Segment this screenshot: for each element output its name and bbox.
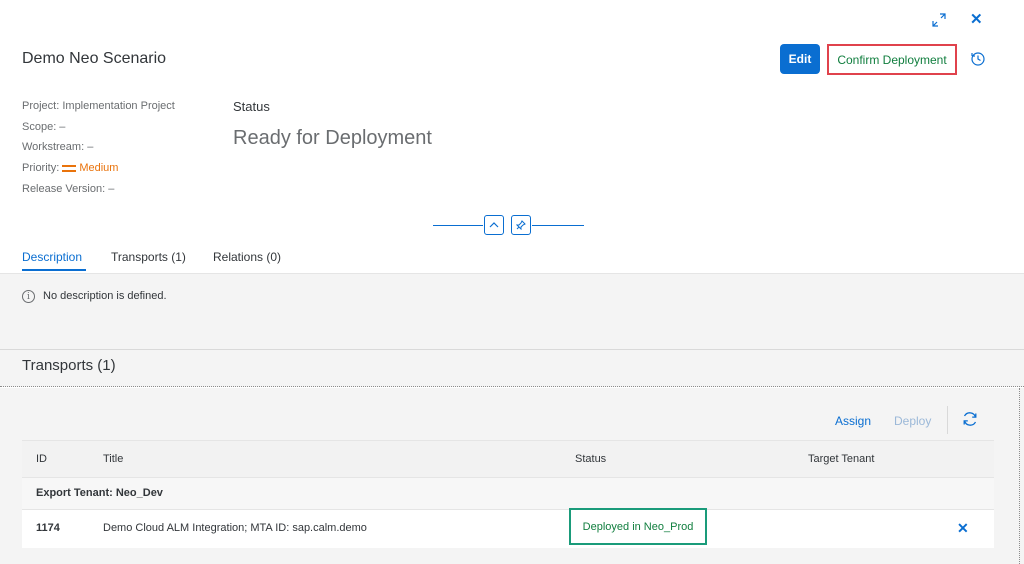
- cell-id: 1174: [36, 522, 60, 534]
- divider-right: [532, 225, 584, 226]
- description-panel: [0, 273, 1024, 350]
- assign-button[interactable]: Assign: [835, 414, 871, 428]
- remove-icon[interactable]: ✕: [957, 520, 969, 537]
- column-status: Status: [575, 453, 607, 465]
- page-title: Demo Neo Scenario: [22, 50, 167, 67]
- attr-priority: Priority: Medium: [22, 162, 118, 174]
- deploy-button[interactable]: Deploy: [894, 414, 931, 428]
- confirm-deployment-button[interactable]: Confirm Deployment: [827, 44, 957, 75]
- column-id: ID: [36, 453, 47, 465]
- attr-project: Project: Implementation Project: [22, 100, 175, 112]
- cell-status: Deployed in Neo_Prod: [569, 508, 707, 545]
- refresh-icon[interactable]: [961, 410, 979, 428]
- cell-title: Demo Cloud ALM Integration; MTA ID: sap.…: [103, 522, 367, 534]
- attr-scope: Scope: –: [22, 121, 66, 133]
- table-row[interactable]: 1174 Demo Cloud ALM Integration; MTA ID:…: [22, 508, 994, 548]
- edit-button[interactable]: Edit: [780, 44, 820, 74]
- tab-active-indicator: [22, 269, 86, 271]
- close-icon[interactable]: ✕: [970, 12, 983, 28]
- group-header-label: Export Tenant: Neo_Dev: [36, 487, 163, 499]
- tab-relations[interactable]: Relations (0): [213, 250, 281, 264]
- section-border: [1019, 388, 1020, 564]
- description-text: No description is defined.: [43, 290, 167, 302]
- transports-header: [0, 350, 1024, 387]
- attr-release: Release Version: –: [22, 183, 115, 195]
- group-header-row: Export Tenant: Neo_Dev: [22, 478, 994, 510]
- transports-title: Transports (1): [22, 357, 116, 374]
- expand-icon[interactable]: [931, 12, 947, 28]
- column-title: Title: [103, 453, 124, 465]
- status-label: Status: [233, 99, 270, 114]
- column-target-tenant: Target Tenant: [808, 453, 875, 465]
- pin-icon[interactable]: [511, 215, 531, 235]
- tab-description[interactable]: Description: [22, 250, 82, 264]
- priority-label: Priority:: [22, 162, 60, 174]
- priority-value: Medium: [79, 162, 119, 174]
- history-icon[interactable]: [970, 51, 986, 67]
- table-header: ID Title Status Target Tenant: [22, 440, 994, 478]
- divider-left: [433, 225, 483, 226]
- collapse-up-icon[interactable]: [484, 215, 504, 235]
- toolbar-separator: [947, 406, 948, 434]
- tab-transports[interactable]: Transports (1): [111, 250, 186, 264]
- transports-table: ID Title Status Target Tenant Export Ten…: [22, 440, 994, 548]
- status-value: Ready for Deployment: [233, 127, 432, 149]
- attr-workstream: Workstream: –: [22, 141, 94, 153]
- info-icon: i: [22, 290, 35, 303]
- priority-medium-icon: [62, 164, 77, 172]
